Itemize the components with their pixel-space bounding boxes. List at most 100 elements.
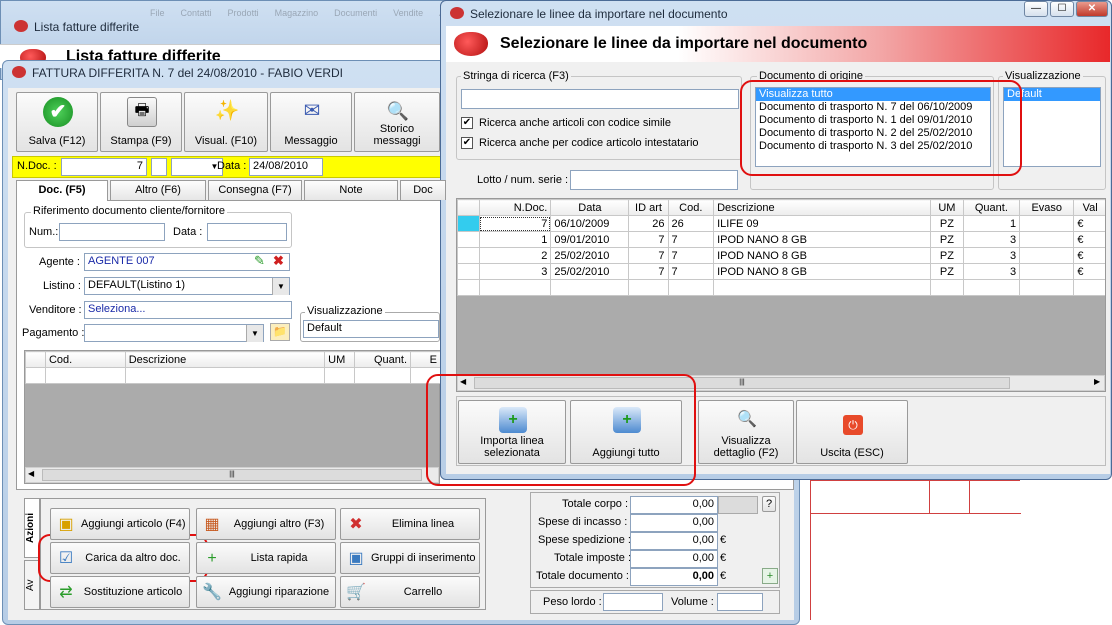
exit-icon: ⏻ xyxy=(843,415,863,435)
document-load-icon: ☑ xyxy=(58,550,74,567)
table-cell: € xyxy=(1073,215,1105,232)
maximize-button[interactable]: ☐ xyxy=(1050,1,1074,17)
add-all-button[interactable]: + Aggiungi tutto xyxy=(570,400,682,464)
zoom-plus-icon[interactable]: + xyxy=(762,568,778,584)
help-label: ? xyxy=(765,498,773,510)
row-selector[interactable] xyxy=(457,215,480,232)
action-cart-button[interactable]: 🛒 Carrello xyxy=(340,576,480,608)
action-load-from-doc-button[interactable]: ☑ Carica da altro doc. xyxy=(50,542,190,574)
col-cod[interactable]: Cod. xyxy=(44,351,126,368)
lines-hscrollbar[interactable]: ◀ ||| xyxy=(25,467,439,483)
search-input[interactable] xyxy=(461,89,739,109)
column-header[interactable]: ID art xyxy=(628,199,669,216)
close-button[interactable]: ✕ xyxy=(1076,1,1108,17)
folder-icon[interactable]: 📁 xyxy=(270,323,290,341)
col-descrizione[interactable]: Descrizione xyxy=(124,351,326,368)
num-label: Num.: xyxy=(29,226,59,238)
clear-x-icon[interactable]: ✖ xyxy=(273,254,287,268)
table-row[interactable]: 2 25/02/2010 7 7 IPOD NANO 8 GB PZ 3 € xyxy=(457,247,1105,264)
action-add-article-button[interactable]: ▣ Aggiungi articolo (F4) xyxy=(50,508,190,540)
action-replace-article-button[interactable]: ⇄ Sostituzione articolo xyxy=(50,576,190,608)
table-row[interactable] xyxy=(25,367,441,384)
row-selector[interactable] xyxy=(457,231,480,248)
action-insert-groups-button[interactable]: ▣ Gruppi di inserimento xyxy=(340,542,480,574)
exit-button[interactable]: ⏻ Uscita (ESC) xyxy=(796,400,908,464)
save-button[interactable]: ✔ Salva (F12) xyxy=(16,92,98,152)
message-history-button[interactable]: 🔍 Storico messaggi xyxy=(354,92,440,152)
column-header[interactable]: Descrizione xyxy=(713,199,932,216)
ndoc-suffix-box[interactable] xyxy=(151,158,167,176)
scroll-right-arrow[interactable]: ▶ xyxy=(1094,377,1100,386)
action-add-repair-button[interactable]: 🔧 Aggiungi riparazione xyxy=(196,576,336,608)
col-quant[interactable]: Quant. xyxy=(354,351,412,368)
visualizzazione-select[interactable]: Default xyxy=(303,320,439,338)
peso-input[interactable] xyxy=(603,593,663,611)
table-cell: 7 xyxy=(478,215,552,232)
listino-label: Listino : xyxy=(43,280,81,292)
peso-label: Peso lordo : xyxy=(543,596,602,608)
action-add-other-button[interactable]: ▦ Aggiungi altro (F3) xyxy=(196,508,336,540)
table-row[interactable]: 3 25/02/2010 7 7 IPOD NANO 8 GB PZ 3 € xyxy=(457,263,1105,280)
column-header[interactable]: Quant. xyxy=(962,199,1021,216)
volume-input[interactable] xyxy=(717,593,763,611)
tab-consegna[interactable]: Consegna (F7) xyxy=(208,180,302,200)
add-all-icon: + xyxy=(613,407,641,433)
pagamento-label: Pagamento : xyxy=(22,327,85,339)
row-selector[interactable] xyxy=(457,263,480,280)
num-input[interactable] xyxy=(59,223,165,241)
column-header[interactable]: Cod. xyxy=(667,199,715,216)
column-header[interactable]: Val xyxy=(1073,199,1105,216)
table-cell: 09/01/2010 xyxy=(550,231,630,248)
toolbar-label: Stampa (F9) xyxy=(110,135,172,147)
import-line-button[interactable]: + Importa linea selezionata xyxy=(458,400,566,464)
tab-doc[interactable]: Doc. (F5) xyxy=(16,180,108,201)
col-um[interactable]: UM xyxy=(324,351,356,368)
column-header[interactable]: UM xyxy=(930,199,964,216)
ndoc-input[interactable]: 7 xyxy=(61,158,147,176)
tab-altro[interactable]: Altro (F6) xyxy=(110,180,206,200)
table-cell: 3 xyxy=(962,231,1021,248)
bg-menu-item: Prodotti xyxy=(227,8,259,18)
checkbox-intestatario[interactable]: ✔ xyxy=(461,137,473,149)
listino-select[interactable]: DEFAULT(Listino 1) xyxy=(84,277,290,295)
pagamento-select[interactable] xyxy=(84,324,264,342)
column-header[interactable]: N.Doc. xyxy=(478,199,552,216)
lotto-label: Lotto / num. serie : xyxy=(477,174,569,186)
scroll-thumb[interactable]: ||| xyxy=(42,469,422,481)
table-row[interactable]: 1 09/01/2010 7 7 IPOD NANO 8 GB PZ 3 € xyxy=(457,231,1105,248)
row-selector[interactable] xyxy=(457,247,480,264)
lines-grid-header: Cod. Descrizione UM Quant. E xyxy=(25,351,441,368)
print-button[interactable]: 🖶 Stampa (F9) xyxy=(100,92,182,152)
data-input[interactable]: 24/08/2010 xyxy=(249,158,323,176)
col-e[interactable]: E xyxy=(410,351,441,368)
tab-label: Altro (F6) xyxy=(135,184,181,196)
table-cell: 7 xyxy=(667,263,715,280)
ndoc-label: N.Doc. : xyxy=(17,160,57,172)
lotto-input[interactable] xyxy=(570,170,738,190)
total-label: Totale corpo : xyxy=(562,498,629,510)
action-quick-list-button[interactable]: + Lista rapida xyxy=(196,542,336,574)
tab-note[interactable]: Note xyxy=(304,180,398,200)
column-header[interactable]: Data xyxy=(550,199,630,216)
view-detail-button[interactable]: 🔍 Visualizza dettaglio (F2) xyxy=(698,400,794,464)
checkbox-similar[interactable]: ✔ xyxy=(461,117,473,129)
table-row[interactable]: 7 06/10/2009 26 26 ILIFE 09 PZ 1 € xyxy=(457,215,1105,232)
action-label: Carrello xyxy=(403,586,443,598)
action-delete-line-button[interactable]: ✖ Elimina linea xyxy=(340,508,480,540)
scroll-left-arrow[interactable]: ◀ xyxy=(28,469,34,478)
column-header[interactable]: Evaso xyxy=(1019,199,1075,216)
table-row[interactable] xyxy=(457,279,1105,296)
total-suffix: € xyxy=(720,534,727,546)
preview-button[interactable]: ✨ Visual. (F10) xyxy=(184,92,268,152)
totals-help-button[interactable]: ? xyxy=(762,496,776,512)
pagamento-dropdown-arrow[interactable]: ▼ xyxy=(246,325,263,342)
printer-icon: 🖶 xyxy=(127,97,157,127)
message-button[interactable]: ✉ Messaggio xyxy=(270,92,352,152)
venditore-input[interactable]: Seleziona... xyxy=(84,301,292,319)
edit-pencil-icon[interactable]: ✎ xyxy=(254,254,268,268)
minimize-button[interactable]: — xyxy=(1024,1,1048,17)
action-label: Gruppi di inserimento xyxy=(371,552,476,564)
rif-data-input[interactable] xyxy=(207,223,287,241)
tab-doc2[interactable]: Doc xyxy=(400,180,446,200)
listino-dropdown-arrow[interactable]: ▼ xyxy=(272,278,289,295)
